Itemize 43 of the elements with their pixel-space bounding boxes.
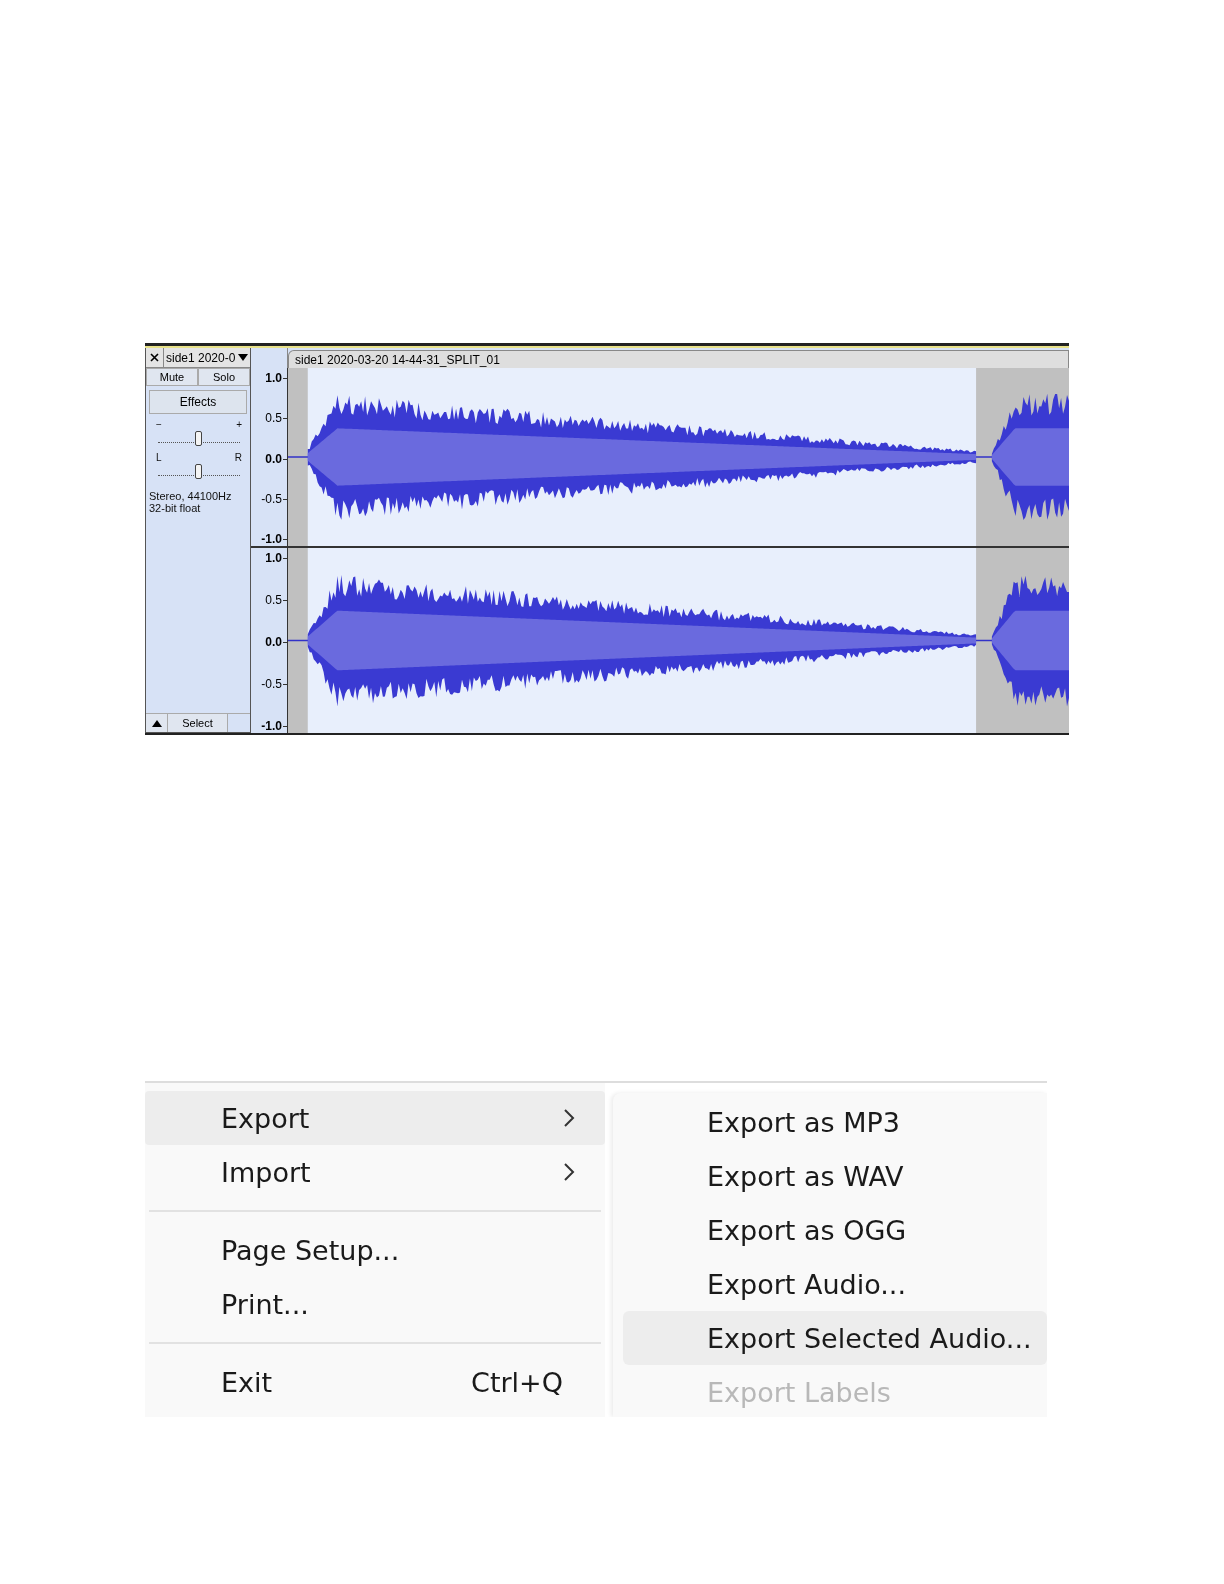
select-button[interactable]: Select (168, 714, 228, 732)
ruler-label: -1.0 (261, 533, 287, 546)
ruler-label: 1.0 (265, 552, 287, 565)
minus-label: − (156, 420, 162, 430)
track-info: 32-bit float (149, 502, 202, 514)
submenu-item[interactable]: Export as OGG (623, 1203, 1047, 1257)
ruler-label: -0.5 (261, 678, 287, 691)
pan-slider[interactable] (158, 463, 240, 476)
submenu-item[interactable]: Export Audio... (623, 1257, 1047, 1311)
plus-label: + (236, 420, 242, 430)
ruler-label: 0.0 (265, 452, 287, 466)
slider-thumb[interactable] (195, 431, 202, 446)
track-button[interactable]: Mute (146, 368, 198, 386)
track-info: Stereo, 44100Hz (149, 490, 233, 502)
left-label: L (156, 453, 162, 463)
track-name-dropdown[interactable]: side1 2020-0 (164, 348, 250, 367)
gain-slider[interactable] (158, 430, 240, 443)
submenu-item[interactable]: Export as MP3 (623, 1095, 1047, 1149)
right-label: R (234, 453, 242, 463)
ruler-label: 0.0 (265, 636, 287, 649)
track-button[interactable]: Solo (198, 368, 250, 386)
ruler-label: 0.5 (265, 594, 287, 607)
submenu-item[interactable]: Export as WAV (623, 1149, 1047, 1203)
effects-button[interactable]: Effects (149, 390, 247, 414)
close-icon (150, 353, 159, 362)
menu-item[interactable]: Exit Ctrl+Q (145, 1355, 605, 1409)
ruler-label: 1.0 (265, 372, 287, 385)
slider-thumb[interactable] (195, 464, 202, 479)
menu-item[interactable]: Page Setup... (145, 1223, 605, 1277)
dropdown-triangle-icon (238, 354, 248, 361)
collapse-button[interactable] (146, 714, 168, 732)
menu-item[interactable]: Import (145, 1145, 605, 1199)
menu-item[interactable]: Print... (145, 1277, 605, 1331)
ruler-label: -0.5 (261, 492, 287, 506)
ruler-label: -1.0 (261, 720, 287, 733)
ruler-label: 0.5 (265, 412, 287, 426)
submenu-item[interactable]: Export Selected Audio... (623, 1311, 1047, 1365)
clip-title[interactable]: side1 2020-03-20 14-44-31_SPLIT_01 (288, 350, 1069, 368)
chevron-right-icon (563, 1162, 575, 1182)
close-button[interactable] (146, 348, 164, 367)
up-triangle-icon (151, 719, 162, 727)
menu-item[interactable]: Export (145, 1091, 605, 1145)
chevron-right-icon (563, 1108, 575, 1128)
